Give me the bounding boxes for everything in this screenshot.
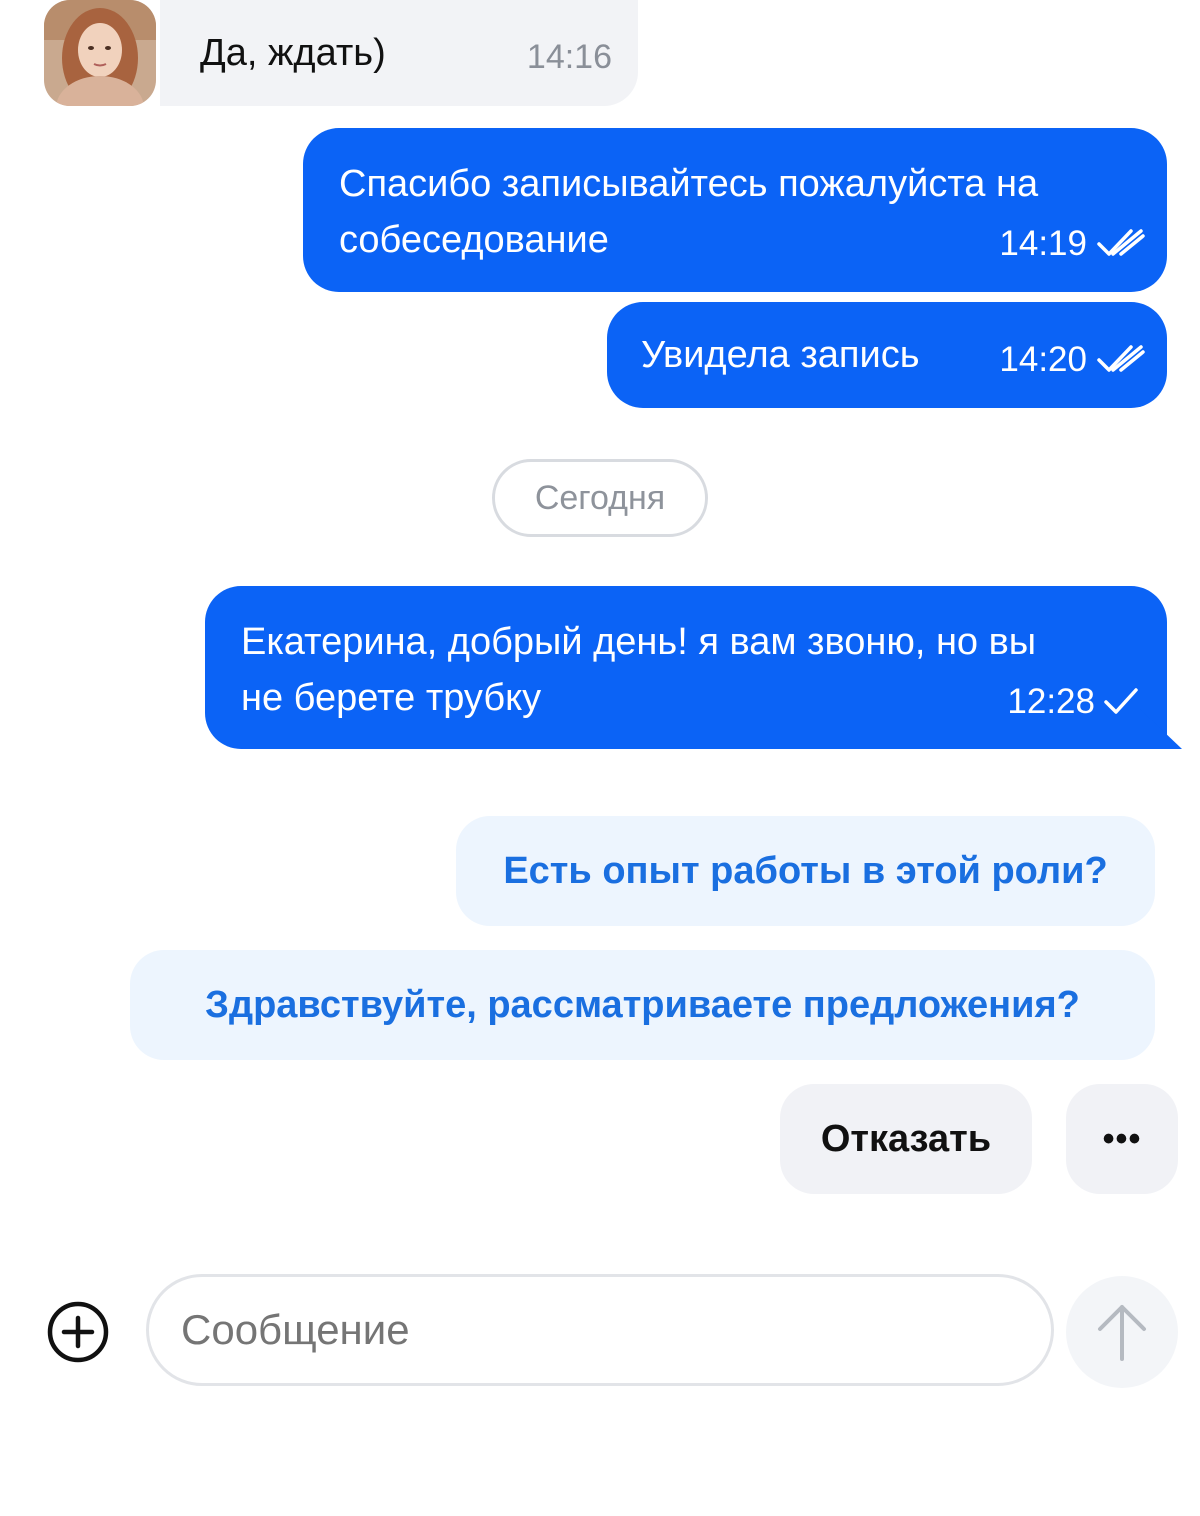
double-check-icon: [1097, 345, 1145, 372]
attach-plus-icon[interactable]: [46, 1300, 110, 1364]
message-input[interactable]: [146, 1274, 1054, 1386]
check-icon: [1104, 688, 1138, 714]
message-text-line: собеседование: [339, 219, 609, 261]
more-options-button[interactable]: •••: [1066, 1084, 1178, 1194]
message-time: 12:28: [1007, 682, 1095, 721]
incoming-message-text: Да, ждать): [200, 32, 386, 74]
quick-reply-experience[interactable]: Есть опыт работы в этой роли?: [456, 816, 1155, 926]
message-time: 14:20: [999, 340, 1087, 379]
message-time: 14:19: [999, 224, 1087, 263]
quick-reply-greeting[interactable]: Здравствуйте, рассматриваете предложения…: [130, 950, 1155, 1060]
outgoing-message-bubble[interactable]: Спасибо записывайтесь пожалуйста на собе…: [303, 128, 1167, 292]
message-text-line: Екатерина, добрый день! я вам звоню, но …: [241, 621, 1037, 663]
date-divider: Сегодня: [492, 459, 708, 537]
outgoing-message-bubble[interactable]: Увидела запись 14:20: [607, 302, 1167, 408]
contact-avatar[interactable]: [44, 0, 156, 106]
outgoing-message-bubble[interactable]: Екатерина, добрый день! я вам звоню, но …: [205, 586, 1167, 749]
arrow-up-icon: [1098, 1305, 1146, 1361]
incoming-message-bubble[interactable]: Да, ждать) 14:16: [160, 0, 638, 106]
decline-button[interactable]: Отказать: [780, 1084, 1032, 1194]
send-button[interactable]: [1066, 1276, 1178, 1388]
incoming-message-time: 14:16: [526, 38, 612, 76]
message-text-line: Увидела запись: [641, 334, 920, 376]
double-check-icon: [1097, 229, 1145, 256]
message-text-line: Спасибо записывайтесь пожалуйста на: [339, 163, 1039, 205]
message-text-line: не берете трубку: [241, 677, 542, 719]
